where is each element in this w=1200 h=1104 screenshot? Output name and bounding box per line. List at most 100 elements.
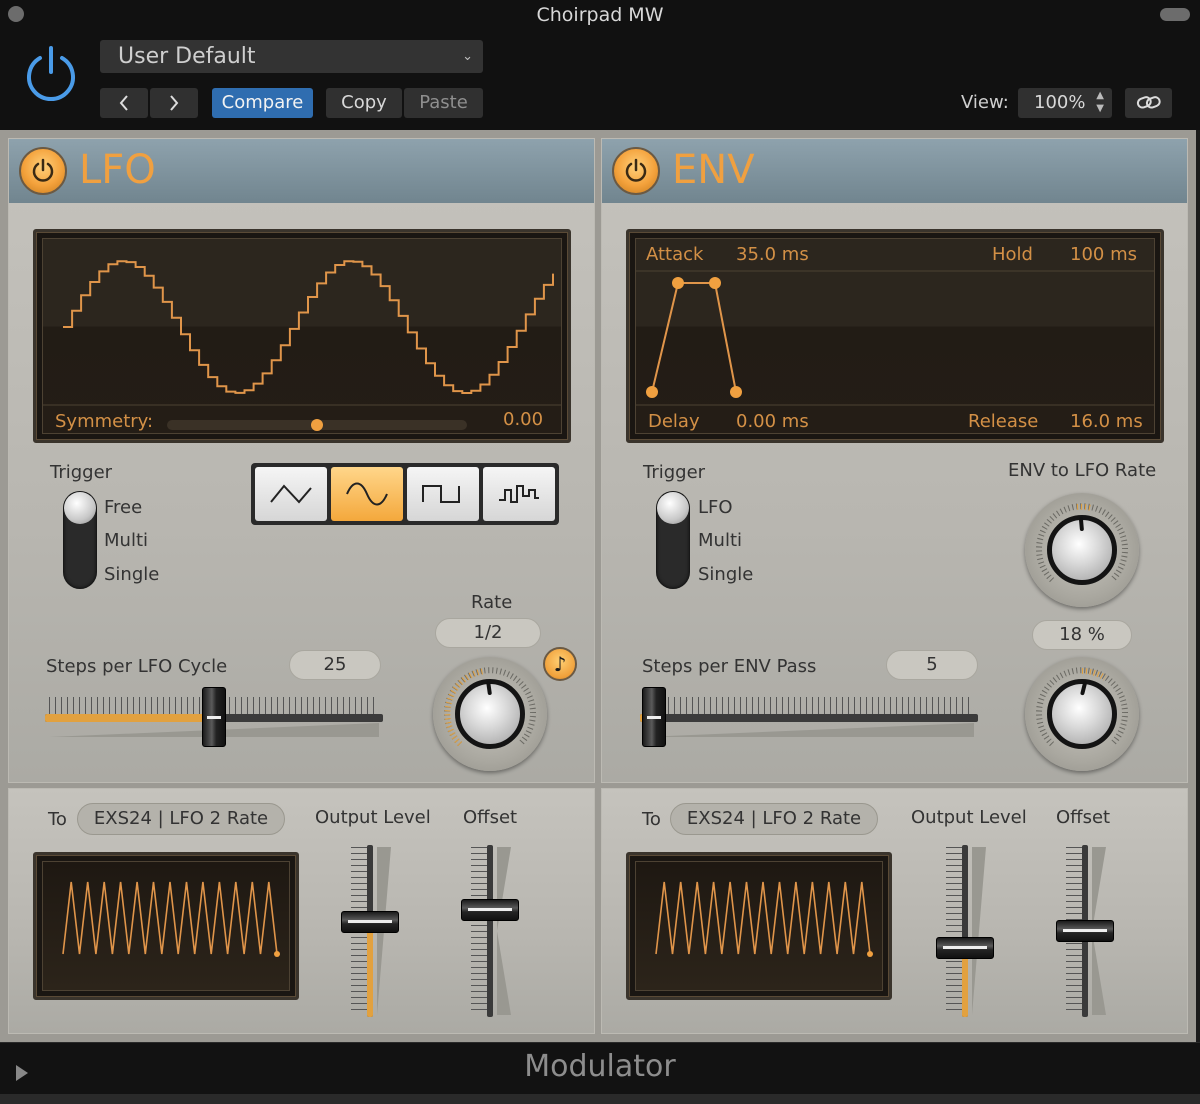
stepper-arrows-icon: ▲ ▼	[1096, 90, 1104, 114]
host-track-strip	[0, 1094, 1200, 1104]
symmetry-slider[interactable]	[167, 419, 467, 431]
square-wave-button[interactable]	[407, 467, 479, 521]
env-output-level-thumb[interactable]	[936, 937, 994, 960]
random-steps-button[interactable]	[483, 467, 555, 521]
lfo-output-section: To EXS24 | LFO 2 Rate Output Level Offse…	[8, 788, 595, 1034]
preset-name: User Default	[118, 44, 256, 69]
attack-value: 35.0 ms	[736, 244, 809, 265]
symmetry-label: Symmetry:	[55, 411, 154, 432]
triangle-wave-icon	[270, 484, 312, 504]
lfo-waveform-display[interactable]: Symmetry: 0.00	[33, 229, 571, 443]
hold-label: Hold	[992, 244, 1033, 265]
view-label: View:	[961, 92, 1009, 113]
env-output-level-label: Output Level	[911, 807, 1027, 828]
sine-wave-icon	[346, 482, 388, 506]
zoom-select[interactable]: 100% ▲ ▼	[1018, 88, 1112, 118]
lfo-output-level-label: Output Level	[315, 807, 431, 828]
env-output-graph	[655, 881, 873, 957]
power-icon	[32, 158, 54, 182]
env-to-lfo-rate-label: ENV to LFO Rate	[1008, 460, 1157, 481]
trigger-option-free[interactable]: Free	[104, 497, 142, 518]
lfo-power-button[interactable]	[19, 147, 67, 195]
tempo-sync-button[interactable]: ♪	[543, 647, 577, 681]
link-icon	[1136, 96, 1161, 109]
lfo-target-selector[interactable]: EXS24 | LFO 2 Rate	[77, 803, 285, 835]
lfo-steps-slider-thumb[interactable]	[202, 687, 226, 747]
paste-button[interactable]: Paste	[404, 88, 483, 118]
env-hold-point[interactable]	[709, 277, 721, 289]
lfo-trigger-label: Trigger	[50, 462, 113, 483]
env-to-label: To	[642, 809, 661, 830]
env-to-lfo-amount-knob[interactable]	[1025, 657, 1139, 771]
lfo-offset-thumb[interactable]	[461, 899, 519, 922]
plugin-header: Choirpad MW User Default ⌄ Compare Copy …	[0, 0, 1200, 130]
plugin-power-button[interactable]	[22, 44, 80, 102]
power-icon	[27, 46, 75, 102]
lfo-output-graph	[62, 881, 280, 957]
previous-preset-button[interactable]	[100, 88, 148, 118]
envelope-graph	[636, 270, 1154, 406]
env-output-display	[626, 852, 892, 1000]
chevron-down-icon: ⌄	[462, 49, 473, 64]
link-button[interactable]	[1125, 88, 1172, 118]
env-steps-slider-thumb[interactable]	[641, 687, 666, 747]
rate-knob[interactable]	[433, 657, 547, 771]
rate-value[interactable]: 1/2	[435, 618, 541, 648]
lfo-section: LFO Symmetry: 0.00 Trigger Free Multi Si…	[8, 138, 595, 783]
delay-label: Delay	[648, 411, 700, 432]
env-offset-label: Offset	[1056, 807, 1111, 828]
triangle-wave-button[interactable]	[255, 467, 327, 521]
hold-value: 100 ms	[1070, 244, 1137, 265]
env-display[interactable]: Attack 35.0 ms Hold 100 ms Delay 0.00 ms…	[626, 229, 1164, 443]
env-steps-label: Steps per ENV Pass	[642, 656, 817, 677]
lfo-trigger-switch[interactable]	[63, 491, 97, 589]
env-target-selector[interactable]: EXS24 | LFO 2 Rate	[670, 803, 878, 835]
lfo-offset-label: Offset	[463, 807, 518, 828]
trigger-option-lfo[interactable]: LFO	[698, 497, 733, 518]
trigger-option-single[interactable]: Single	[104, 564, 159, 585]
env-to-lfo-rate-value[interactable]: 18 %	[1032, 620, 1132, 650]
lfo-steps-value[interactable]: 25	[289, 650, 381, 680]
env-trigger-switch[interactable]	[656, 491, 690, 589]
env-steps-value[interactable]: 5	[886, 650, 978, 680]
env-output-section: To EXS24 | LFO 2 Rate Output Level Offse…	[601, 788, 1188, 1034]
trigger-option-single[interactable]: Single	[698, 564, 753, 585]
release-value: 16.0 ms	[1070, 411, 1143, 432]
env-power-button[interactable]	[612, 147, 660, 195]
modulator-plugin: LFO Symmetry: 0.00 Trigger Free Multi Si…	[0, 130, 1196, 1042]
env-offset-thumb[interactable]	[1056, 920, 1114, 942]
lfo-to-label: To	[48, 809, 67, 830]
trigger-option-multi[interactable]: Multi	[104, 530, 148, 551]
next-preset-button[interactable]	[150, 88, 198, 118]
copy-button[interactable]: Copy	[326, 88, 402, 118]
env-section: ENV Attack 35.0 ms Hold 100 ms Delay 0.0…	[601, 138, 1188, 783]
compare-button[interactable]: Compare	[212, 88, 313, 118]
delay-value: 0.00 ms	[736, 411, 809, 432]
symmetry-slider-thumb[interactable]	[311, 419, 323, 431]
sine-wave-button[interactable]	[331, 467, 403, 521]
lfo-output-display	[33, 852, 299, 1000]
env-attack-point[interactable]	[672, 277, 684, 289]
plugin-footer: Modulator	[0, 1042, 1200, 1094]
rate-label: Rate	[471, 592, 513, 613]
square-wave-icon	[422, 485, 460, 503]
random-steps-icon	[499, 485, 539, 503]
plugin-name: Modulator	[524, 1049, 676, 1084]
chevron-right-icon	[170, 95, 179, 111]
symmetry-value: 0.00	[503, 409, 544, 430]
lfo-waveform-graph	[43, 260, 561, 406]
trigger-option-multi[interactable]: Multi	[698, 530, 742, 551]
env-trigger-label: Trigger	[643, 462, 706, 483]
env-title: ENV	[672, 147, 755, 193]
preset-dropdown[interactable]: User Default ⌄	[100, 40, 483, 73]
env-to-lfo-rate-knob[interactable]	[1025, 493, 1139, 607]
env-delay-point[interactable]	[646, 386, 658, 398]
lfo-title: LFO	[79, 147, 156, 193]
chevron-left-icon	[119, 95, 128, 111]
release-label: Release	[968, 411, 1039, 432]
zoom-value: 100%	[1034, 92, 1086, 113]
window-zoom-button[interactable]	[1160, 8, 1190, 21]
env-release-point[interactable]	[730, 386, 742, 398]
lfo-header: LFO	[9, 139, 594, 203]
lfo-output-level-thumb[interactable]	[341, 911, 399, 934]
